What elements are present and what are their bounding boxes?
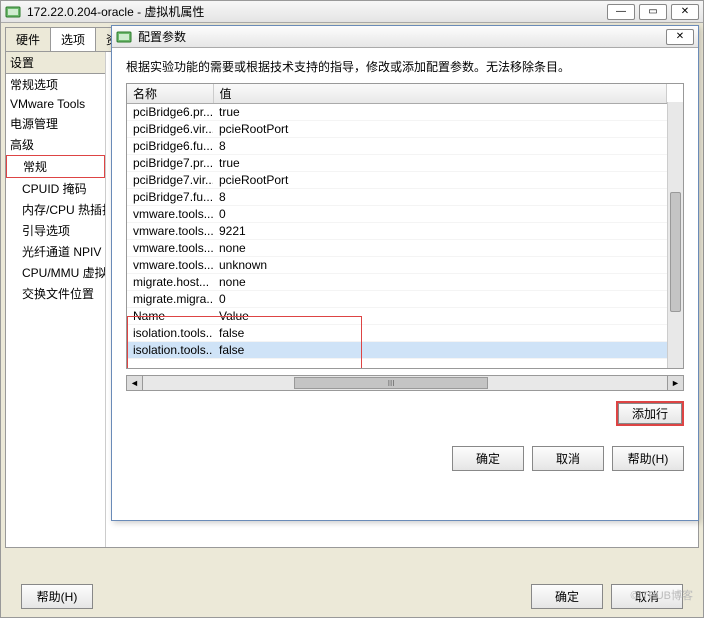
cell-value[interactable]: false [213, 342, 667, 359]
params-table-wrap: 名称 值 pciBridge6.pr...truepciBridge6.vir.… [126, 83, 684, 369]
horizontal-scrollbar[interactable]: ◄ III ► [126, 375, 684, 391]
cell-name[interactable]: migrate.migra... [127, 291, 213, 308]
vm-icon [5, 4, 21, 20]
table-row[interactable]: pciBridge7.pr...true [127, 155, 667, 172]
cell-name[interactable]: migrate.host... [127, 274, 213, 291]
sidebar-item[interactable]: 内存/CPU 热插拔 [6, 199, 105, 220]
outer-titlebar: 172.22.0.204-oracle - 虚拟机属性 — ▭ ✕ [1, 1, 703, 23]
table-row[interactable]: migrate.migra...0 [127, 291, 667, 308]
close-button[interactable]: ✕ [671, 4, 699, 20]
cell-name[interactable]: vmware.tools.... [127, 257, 213, 274]
add-row-row: 添加行 [126, 401, 684, 426]
cell-value[interactable]: none [213, 240, 667, 257]
cell-name[interactable]: vmware.tools.... [127, 223, 213, 240]
table-row[interactable]: pciBridge7.vir...pcieRootPort [127, 172, 667, 189]
cell-name[interactable]: isolation.tools... [127, 342, 213, 359]
maximize-button[interactable]: ▭ [639, 4, 667, 20]
cell-value[interactable]: true [213, 155, 667, 172]
sidebar-header: 设置 [6, 52, 105, 74]
cell-value[interactable]: 9221 [213, 223, 667, 240]
cell-name[interactable]: Name [127, 308, 213, 325]
cell-name[interactable]: pciBridge7.vir... [127, 172, 213, 189]
sidebar-item[interactable]: 高级 [6, 134, 105, 155]
ok-button[interactable]: 确定 [531, 584, 603, 609]
cell-value[interactable]: 0 [213, 291, 667, 308]
watermark: ©ITPUB博客 [631, 587, 694, 603]
cell-value[interactable]: 0 [213, 206, 667, 223]
table-row[interactable]: isolation.tools...false [127, 342, 667, 359]
hscroll-left-button[interactable]: ◄ [127, 376, 143, 390]
cell-name[interactable]: pciBridge7.pr... [127, 155, 213, 172]
sidebar-item[interactable]: 常规选项 [6, 74, 105, 95]
cell-value[interactable]: pcieRootPort [213, 121, 667, 138]
sidebar-item[interactable]: 光纤通道 NPIV [6, 241, 105, 262]
dialog-close-button[interactable]: ✕ [666, 29, 694, 45]
dialog-help-button[interactable]: 帮助(H) [612, 446, 684, 471]
table-row[interactable]: pciBridge6.fu...8 [127, 138, 667, 155]
dialog-title: 配置参数 [138, 28, 666, 45]
sidebar-item[interactable]: CPU/MMU 虚拟化 [6, 262, 105, 283]
tab-options[interactable]: 选项 [50, 27, 96, 51]
cell-name[interactable]: pciBridge6.fu... [127, 138, 213, 155]
dialog-footer: 确定 取消 帮助(H) [112, 432, 698, 481]
cell-name[interactable]: pciBridge6.vir... [127, 121, 213, 138]
cell-value[interactable]: Value [213, 308, 667, 325]
cell-name[interactable]: pciBridge6.pr... [127, 104, 213, 121]
cell-value[interactable]: pcieRootPort [213, 172, 667, 189]
window-controls: — ▭ ✕ [607, 4, 699, 20]
table-row[interactable]: vmware.tools....9221 [127, 223, 667, 240]
col-value[interactable]: 值 [213, 84, 667, 104]
horizontal-scroll-thumb[interactable]: III [294, 377, 489, 389]
dialog-ok-button[interactable]: 确定 [452, 446, 524, 471]
cell-value[interactable]: true [213, 104, 667, 121]
table-row[interactable]: pciBridge7.fu...8 [127, 189, 667, 206]
params-table: 名称 值 pciBridge6.pr...truepciBridge6.vir.… [127, 84, 667, 359]
dialog-info-text: 根据实验功能的需要或根据技术支持的指导，修改或添加配置参数。无法移除条目。 [126, 58, 684, 75]
cell-value[interactable]: 8 [213, 189, 667, 206]
sidebar-item[interactable]: 交换文件位置 [6, 283, 105, 304]
dialog-titlebar: 配置参数 ✕ [112, 26, 698, 48]
help-button[interactable]: 帮助(H) [21, 584, 93, 609]
sidebar-item[interactable]: CPUID 掩码 [6, 178, 105, 199]
cell-value[interactable]: unknown [213, 257, 667, 274]
table-row[interactable]: vmware.tools....none [127, 240, 667, 257]
sidebar-item[interactable]: 常规 [6, 155, 105, 178]
outer-footer: 帮助(H) 确定 取消 [1, 584, 703, 609]
cell-name[interactable]: vmware.tools.... [127, 240, 213, 257]
dialog-cancel-button[interactable]: 取消 [532, 446, 604, 471]
vm-icon [116, 29, 132, 45]
tab-hardware[interactable]: 硬件 [5, 27, 51, 51]
cell-name[interactable]: isolation.tools... [127, 325, 213, 342]
sidebar-item[interactable]: 电源管理 [6, 113, 105, 134]
vertical-scroll-thumb[interactable] [670, 192, 681, 312]
table-row[interactable]: pciBridge6.vir...pcieRootPort [127, 121, 667, 138]
cell-value[interactable]: false [213, 325, 667, 342]
cell-name[interactable]: vmware.tools.... [127, 206, 213, 223]
hscroll-right-button[interactable]: ► [667, 376, 683, 390]
dialog-body: 根据实验功能的需要或根据技术支持的指导，修改或添加配置参数。无法移除条目。 名称… [112, 48, 698, 432]
config-params-dialog: 配置参数 ✕ 根据实验功能的需要或根据技术支持的指导，修改或添加配置参数。无法移… [111, 25, 699, 521]
add-row-button[interactable]: 添加行 [616, 401, 684, 426]
cell-value[interactable]: 8 [213, 138, 667, 155]
settings-sidebar: 设置 常规选项VMware Tools电源管理高级常规CPUID 掩码内存/CP… [6, 52, 106, 547]
table-row[interactable]: isolation.tools...false [127, 325, 667, 342]
sidebar-item[interactable]: VMware Tools [6, 95, 105, 113]
dialog-window-controls: ✕ [666, 29, 694, 45]
col-name[interactable]: 名称 [127, 84, 213, 104]
window-title: 172.22.0.204-oracle - 虚拟机属性 [27, 3, 607, 20]
table-row[interactable]: vmware.tools....unknown [127, 257, 667, 274]
table-row[interactable]: vmware.tools....0 [127, 206, 667, 223]
table-row[interactable]: migrate.host...none [127, 274, 667, 291]
table-row[interactable]: pciBridge6.pr...true [127, 104, 667, 121]
cell-value[interactable]: none [213, 274, 667, 291]
cell-name[interactable]: pciBridge7.fu... [127, 189, 213, 206]
minimize-button[interactable]: — [607, 4, 635, 20]
sidebar-item[interactable]: 引导选项 [6, 220, 105, 241]
vm-properties-window: 172.22.0.204-oracle - 虚拟机属性 — ▭ ✕ 硬件 选项 … [0, 0, 704, 618]
vertical-scrollbar[interactable] [667, 102, 683, 368]
table-row[interactable]: NameValue [127, 308, 667, 325]
